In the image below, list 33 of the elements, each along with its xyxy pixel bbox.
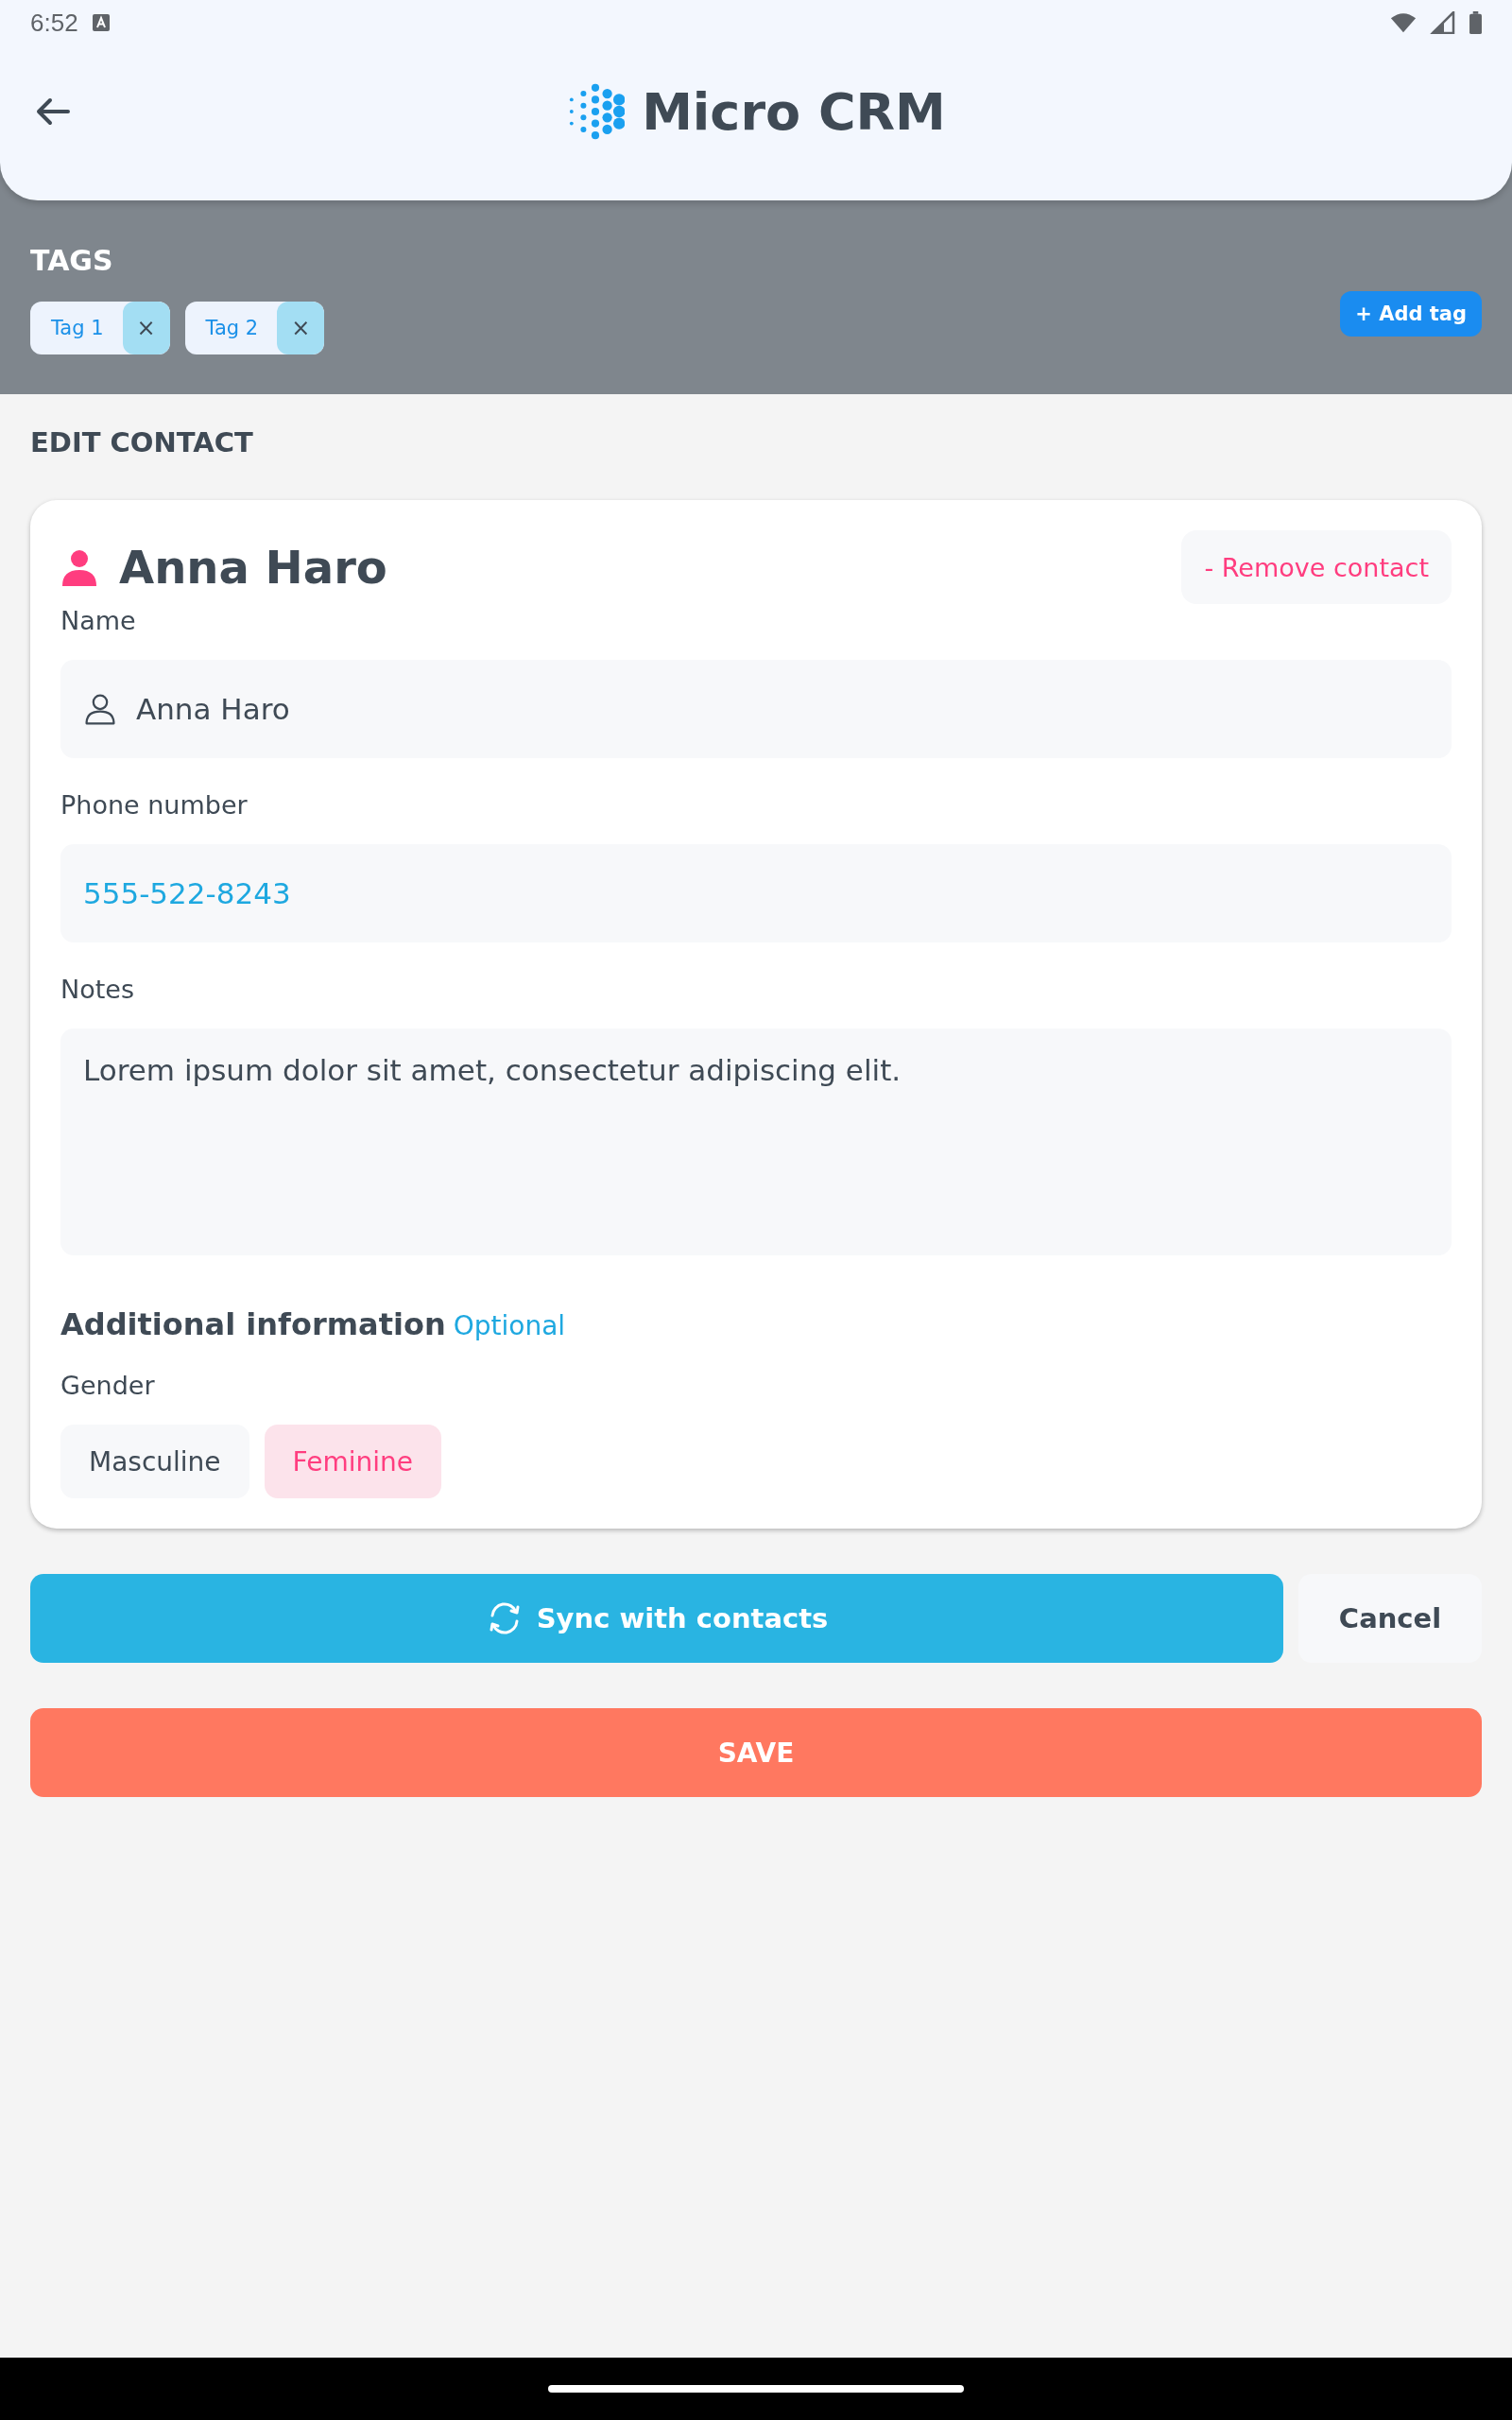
remove-contact-button[interactable]: - Remove contact: [1181, 530, 1452, 604]
gender-option[interactable]: Feminine: [264, 1425, 441, 1498]
tag-label[interactable]: Tag 2: [184, 302, 278, 354]
person-icon: [83, 692, 117, 726]
additional-info-heading: Additional information: [60, 1306, 446, 1342]
field-label: Notes: [60, 975, 135, 1004]
remove-tag-button[interactable]: ×: [277, 302, 325, 354]
optional-label: Optional: [453, 1310, 566, 1341]
remove-tag-button[interactable]: ×: [122, 302, 170, 354]
app-title: Micro CRM: [642, 81, 946, 142]
name-field[interactable]: Anna Haro: [60, 660, 1452, 758]
home-handle[interactable]: [548, 2385, 964, 2393]
status-time: 6:52: [30, 8, 78, 38]
notification-icon: [91, 13, 111, 32]
add-tag-button[interactable]: + Add tag: [1340, 291, 1482, 337]
phone-field[interactable]: 555-522-8243: [60, 844, 1452, 942]
tags-heading: TAGS: [30, 244, 114, 277]
field-label: Gender: [60, 1371, 156, 1400]
field-label: Phone number: [60, 790, 249, 820]
back-arrow-icon[interactable]: [34, 96, 72, 127]
gender-option[interactable]: Masculine: [60, 1425, 249, 1498]
wifi-icon: [1390, 11, 1417, 34]
section-heading: EDIT CONTACT: [30, 426, 254, 458]
battery-icon: [1469, 11, 1482, 34]
tag-label[interactable]: Tag 1: [30, 302, 123, 354]
notes-field[interactable]: Lorem ipsum dolor sit amet, consectetur adipiscing elit.: [60, 1028, 1452, 1255]
cancel-button[interactable]: Cancel: [1298, 1574, 1482, 1663]
field-label: Name: [60, 606, 137, 635]
person-icon: [60, 548, 98, 586]
contact-name: Anna Haro: [119, 541, 387, 594]
save-button[interactable]: SAVE: [30, 1708, 1482, 1797]
sync-button[interactable]: Sync with contacts: [30, 1574, 1283, 1663]
signal-icon: [1430, 11, 1456, 34]
